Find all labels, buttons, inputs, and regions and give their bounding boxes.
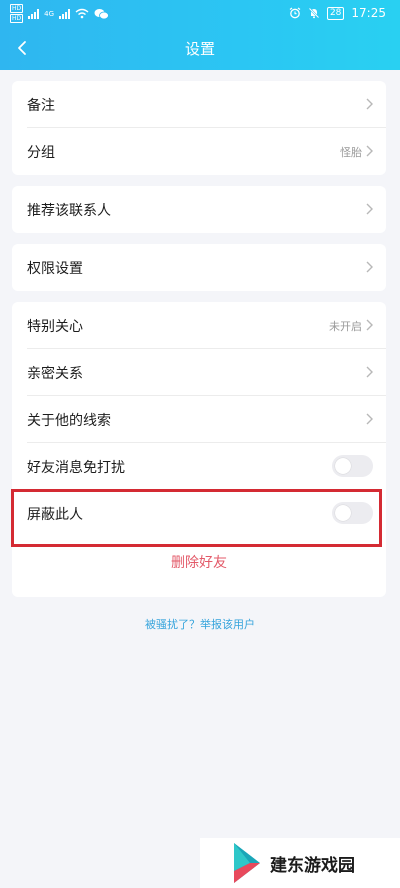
friend-settings-card: 特别关心 未开启 亲密关系 关于他的线索 好友消息免打扰 屏蔽此人 删除好友	[12, 302, 386, 597]
remark-row[interactable]: 备注	[12, 81, 386, 128]
recommend-contact-label: 推荐该联系人	[27, 203, 111, 219]
permission-settings-label: 权限设置	[27, 261, 83, 277]
special-care-row[interactable]: 特别关心 未开启	[12, 302, 386, 349]
intimate-relation-label: 亲密关系	[27, 366, 83, 382]
watermark: 建东游戏园	[200, 838, 400, 888]
recommend-card: 推荐该联系人	[12, 186, 386, 233]
recommend-contact-row[interactable]: 推荐该联系人	[12, 186, 386, 233]
remark-label: 备注	[27, 98, 55, 114]
hd-indicator: HD HD	[10, 4, 24, 23]
group-label: 分组	[27, 145, 55, 161]
highlight-box	[11, 489, 382, 547]
chevron-right-icon	[366, 413, 373, 425]
status-bar: HD HD 4G 28 17:25	[0, 0, 400, 28]
toggle-knob	[335, 458, 351, 474]
mute-messages-row: 好友消息免打扰	[12, 443, 386, 490]
signal-icon	[28, 8, 40, 19]
watermark-text: 建东游戏园	[270, 855, 355, 876]
chevron-right-icon	[366, 366, 373, 378]
alarm-icon	[289, 7, 301, 19]
signal-icon-2	[59, 8, 71, 19]
wechat-icon	[94, 8, 109, 19]
permission-card: 权限设置	[12, 244, 386, 291]
clues-label: 关于他的线索	[27, 413, 111, 429]
nav-bar: 设置	[0, 28, 400, 70]
chevron-right-icon	[366, 203, 373, 215]
mute-messages-label: 好友消息免打扰	[27, 460, 125, 476]
chevron-right-icon	[366, 98, 373, 110]
page-title: 设置	[184, 40, 215, 58]
group-row[interactable]: 分组 怪胎	[12, 128, 386, 175]
wifi-icon	[75, 8, 89, 19]
chevron-right-icon	[366, 319, 373, 331]
report-user-link[interactable]: 被骚扰了？举报该用户	[0, 616, 400, 632]
chevron-right-icon	[366, 261, 373, 273]
special-care-value: 未开启	[329, 320, 362, 333]
basic-settings-card: 备注 分组 怪胎	[12, 81, 386, 175]
group-value: 怪胎	[340, 146, 362, 159]
network-type: 4G	[44, 9, 55, 18]
chevron-right-icon	[366, 145, 373, 157]
status-time: 17:25	[351, 6, 386, 20]
mute-messages-toggle[interactable]	[332, 455, 373, 477]
intimate-relation-row[interactable]: 亲密关系	[12, 349, 386, 396]
watermark-logo-icon	[234, 843, 260, 883]
permission-settings-row[interactable]: 权限设置	[12, 244, 386, 291]
clues-row[interactable]: 关于他的线索	[12, 396, 386, 443]
special-care-label: 特别关心	[27, 319, 83, 335]
battery-indicator: 28	[326, 6, 345, 20]
delete-friend-button[interactable]: 删除好友	[12, 552, 386, 572]
mute-bell-icon	[308, 7, 320, 19]
